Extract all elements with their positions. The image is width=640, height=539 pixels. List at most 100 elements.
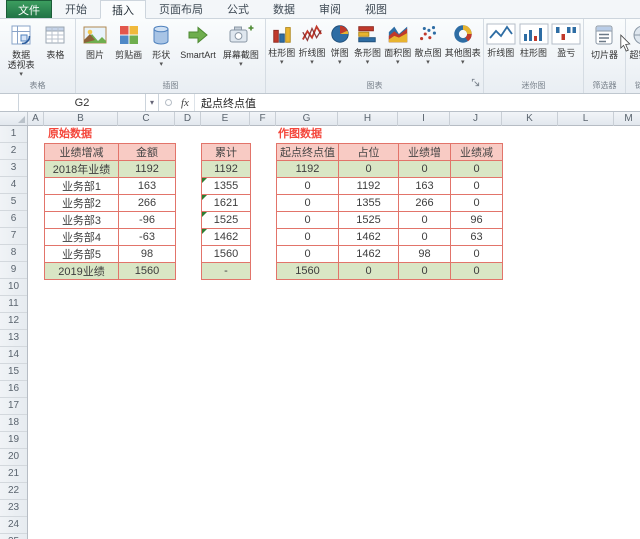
sparkline-column-button[interactable]: 柱形图	[518, 22, 550, 59]
column-header[interactable]: G	[276, 112, 338, 126]
cell-B2[interactable]: 业绩增减	[45, 144, 119, 161]
formula-input[interactable]: 起点终点值	[195, 94, 256, 111]
row-header[interactable]: 6	[0, 211, 27, 228]
table-button[interactable]: 表格	[42, 22, 68, 61]
cell-B7[interactable]: 业务部4	[45, 229, 119, 246]
cell-G2[interactable]: 起点终点值	[277, 144, 339, 161]
cell-C7[interactable]: -63	[119, 229, 176, 246]
cell-E5[interactable]: 1621	[202, 195, 251, 212]
cell-J7[interactable]: 63	[451, 229, 503, 246]
row-header[interactable]: 1	[0, 126, 27, 143]
tab-formulas[interactable]: 公式	[216, 0, 260, 18]
cell-E4[interactable]: 1355	[202, 178, 251, 195]
cell-C6[interactable]: -96	[119, 212, 176, 229]
column-header[interactable]: F	[250, 112, 276, 126]
cell-I4[interactable]: 163	[399, 178, 451, 195]
smartart-button[interactable]: SmartArt	[179, 22, 217, 61]
row-header[interactable]: 18	[0, 415, 27, 432]
tab-view[interactable]: 视图	[354, 0, 398, 18]
select-all-button[interactable]	[0, 112, 28, 125]
cell-G7[interactable]: 0	[277, 229, 339, 246]
cell-H4[interactable]: 1192	[339, 178, 399, 195]
row-header[interactable]: 10	[0, 279, 27, 296]
row-header[interactable]: 4	[0, 177, 27, 194]
sheet-grid[interactable]: 1234567891011121314151617181920212223242…	[0, 126, 640, 539]
row-header[interactable]: 2	[0, 143, 27, 160]
cell-C5[interactable]: 266	[119, 195, 176, 212]
cell-I3[interactable]: 0	[399, 161, 451, 178]
cell-I8[interactable]: 98	[399, 246, 451, 263]
cell-G3[interactable]: 1192	[277, 161, 339, 178]
row-header[interactable]: 21	[0, 466, 27, 483]
charts-dialog-launcher-icon[interactable]	[471, 74, 480, 92]
row-header[interactable]: 5	[0, 194, 27, 211]
cell-H3[interactable]: 0	[339, 161, 399, 178]
tab-home[interactable]: 开始	[54, 0, 98, 18]
cell-C4[interactable]: 163	[119, 178, 176, 195]
cell-E2[interactable]: 累计	[202, 144, 251, 161]
cell-E8[interactable]: 1560	[202, 246, 251, 263]
column-header[interactable]: J	[450, 112, 502, 126]
slicer-button[interactable]: 切片器	[590, 22, 619, 61]
cell-C9[interactable]: 1560	[119, 263, 176, 280]
cell-H6[interactable]: 1525	[339, 212, 399, 229]
tab-insert[interactable]: 插入	[100, 0, 146, 19]
tab-page-layout[interactable]: 页面布局	[148, 0, 214, 18]
line-chart-button[interactable]: 折线图 ▾	[297, 22, 326, 67]
cell-I7[interactable]: 0	[399, 229, 451, 246]
row-header[interactable]: 15	[0, 364, 27, 381]
row-header[interactable]: 12	[0, 313, 27, 330]
row-header[interactable]: 3	[0, 160, 27, 177]
cell-E9[interactable]: -	[202, 263, 251, 280]
cell-H9[interactable]: 0	[339, 263, 399, 280]
scatter-chart-button[interactable]: 散点图 ▾	[413, 22, 442, 67]
tab-data[interactable]: 数据	[262, 0, 306, 18]
cell-G8[interactable]: 0	[277, 246, 339, 263]
row-header[interactable]: 9	[0, 262, 27, 279]
cell-B9[interactable]: 2019业绩	[45, 263, 119, 280]
other-charts-button[interactable]: 其他图表 ▾	[444, 22, 482, 67]
cell-B6[interactable]: 业务部3	[45, 212, 119, 229]
cell-G5[interactable]: 0	[277, 195, 339, 212]
cell-G4[interactable]: 0	[277, 178, 339, 195]
cell-C2[interactable]: 金额	[119, 144, 176, 161]
winloss-button[interactable]: 盈亏	[550, 22, 582, 59]
cell-J9[interactable]: 0	[451, 263, 503, 280]
column-header[interactable]: E	[201, 112, 250, 126]
pivot-table-button[interactable]: 数据 透视表 ▾	[7, 22, 36, 79]
cell-J4[interactable]: 0	[451, 178, 503, 195]
pie-chart-button[interactable]: 饼图 ▾	[328, 22, 352, 67]
cell-B4[interactable]: 业务部1	[45, 178, 119, 195]
cell-I9[interactable]: 0	[399, 263, 451, 280]
row-header[interactable]: 23	[0, 500, 27, 517]
cell-E7[interactable]: 1462	[202, 229, 251, 246]
cell-J3[interactable]: 0	[451, 161, 503, 178]
cell-E6[interactable]: 1525	[202, 212, 251, 229]
cell-I2[interactable]: 业绩增	[399, 144, 451, 161]
column-chart-button[interactable]: 柱形图 ▾	[267, 22, 296, 67]
cell-B8[interactable]: 业务部5	[45, 246, 119, 263]
column-header[interactable]: I	[398, 112, 450, 126]
picture-button[interactable]: 图片	[81, 22, 109, 61]
column-header[interactable]: L	[558, 112, 614, 126]
name-box-dropdown-icon[interactable]: ▾	[146, 94, 159, 111]
column-header[interactable]: H	[338, 112, 398, 126]
row-header[interactable]: 22	[0, 483, 27, 500]
cell-J6[interactable]: 96	[451, 212, 503, 229]
row-header[interactable]: 14	[0, 347, 27, 364]
column-header[interactable]: A	[28, 112, 44, 126]
screenshot-button[interactable]: 屏幕截图 ▾	[222, 22, 260, 69]
cell-C8[interactable]: 98	[119, 246, 176, 263]
shapes-button[interactable]: 形状 ▾	[148, 22, 174, 69]
tab-review[interactable]: 审阅	[308, 0, 352, 18]
cell-I5[interactable]: 266	[399, 195, 451, 212]
cell-H8[interactable]: 1462	[339, 246, 399, 263]
row-header[interactable]: 11	[0, 296, 27, 313]
column-header[interactable]: K	[502, 112, 558, 126]
row-header[interactable]: 16	[0, 381, 27, 398]
row-header[interactable]: 24	[0, 517, 27, 534]
cell-H7[interactable]: 1462	[339, 229, 399, 246]
cell-C3[interactable]: 1192	[119, 161, 176, 178]
cell-B3[interactable]: 2018年业绩	[45, 161, 119, 178]
sparkline-line-button[interactable]: 折线图	[485, 22, 517, 59]
